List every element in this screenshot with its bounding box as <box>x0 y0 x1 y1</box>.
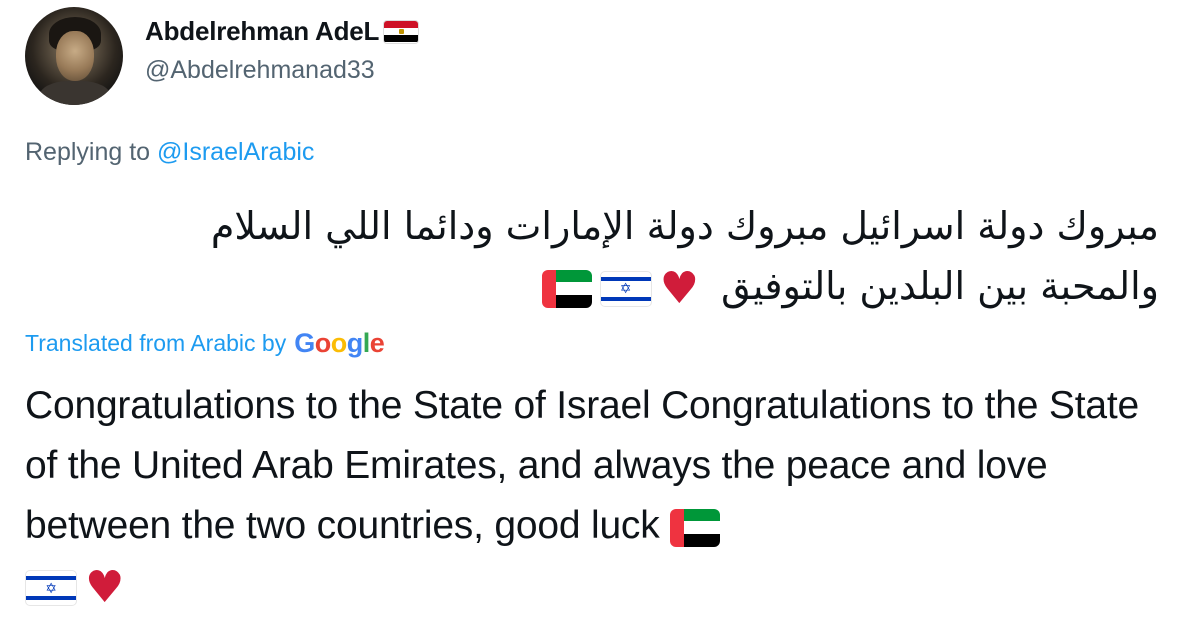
translation-emoji-row: ✡ ♥ <box>25 561 125 613</box>
translation-emoji-uae <box>670 508 721 547</box>
uae-flag-icon <box>541 269 592 308</box>
translation-attribution[interactable]: Translated from Arabic by Google <box>25 328 385 359</box>
israel-flag-icon: ✡ <box>25 569 77 606</box>
reply-mention-link[interactable]: @IsraelArabic <box>157 138 314 166</box>
uae-flag-icon <box>670 508 721 547</box>
replying-to-line: Replying to @IsraelArabic <box>25 138 314 167</box>
tweet-translation: Congratulations to the State of Israel C… <box>25 376 1165 616</box>
tweet-emoji-row: ✡ ♥ <box>541 262 700 314</box>
israel-flag-icon: ✡ <box>599 270 652 307</box>
author-avatar[interactable] <box>25 7 123 105</box>
translation-text: Congratulations to the State of Israel C… <box>25 384 1139 547</box>
replying-to-label: Replying to <box>25 138 151 166</box>
avatar-face <box>56 31 94 81</box>
egypt-flag-icon <box>383 19 420 44</box>
author-name-row[interactable]: Abdelrehman AdeL <box>145 16 420 47</box>
translation-label: Translated from Arabic by <box>25 330 287 356</box>
author-display-name[interactable]: Abdelrehman AdeL <box>145 16 379 47</box>
tweet-original-text: مبروك دولة اسرائيل مبروك دولة الإمارات و… <box>139 196 1159 316</box>
red-heart-icon: ♥ <box>85 561 125 613</box>
google-logo: Google <box>294 328 385 358</box>
author-handle[interactable]: @Abdelrehmanad33 <box>145 56 375 85</box>
avatar-shoulders <box>39 81 111 105</box>
red-heart-icon: ♥ <box>659 262 700 314</box>
